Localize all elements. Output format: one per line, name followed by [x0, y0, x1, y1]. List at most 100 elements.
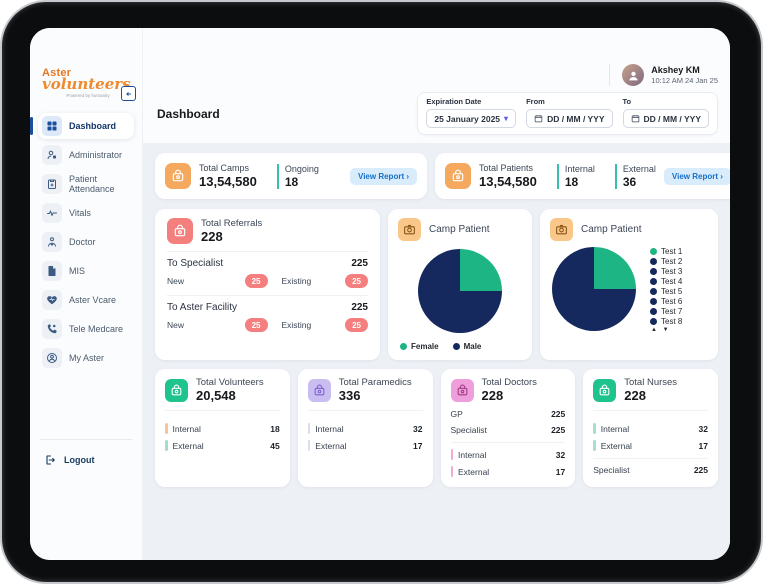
referral-section-aster-facility: To Aster Facility 225 New 25 Existing 25 — [167, 302, 368, 332]
card-value: 228 — [201, 229, 262, 244]
stat-label: Internal — [565, 164, 595, 174]
staff-row: Total Volunteers 20,548 Internal18 Exter… — [155, 369, 718, 487]
stat-bar — [593, 423, 596, 434]
stat-row: Specialist225 — [593, 465, 708, 475]
sidebar-item-vitals[interactable]: Vitals — [38, 200, 134, 226]
avatar — [622, 64, 644, 86]
from-date-input[interactable]: DD / MM / YYY — [526, 109, 612, 128]
camps-bag-icon — [165, 163, 191, 189]
legend-scroll-arrows[interactable]: ▲ ▼ — [650, 327, 682, 333]
test-pie-chart — [552, 247, 636, 331]
logout-button[interactable]: Logout — [38, 454, 134, 466]
view-report-button[interactable]: View Report › — [350, 168, 417, 185]
stat-value: 18 — [285, 175, 319, 189]
section-name: To Specialist — [167, 258, 223, 269]
sidebar-item-label: MIS — [69, 266, 85, 276]
expiration-date-group: Expiration Date 25 January 2025 ▾ — [426, 97, 516, 128]
stat-row: Internal18 — [165, 423, 280, 434]
expiration-date-select[interactable]: 25 January 2025 ▾ — [426, 109, 516, 128]
sidebar-item-label: Administrator — [69, 150, 122, 160]
user-name: Akshey KM — [651, 65, 718, 75]
divider — [167, 295, 368, 296]
stat-bar — [165, 423, 168, 434]
view-report-button[interactable]: View Report › — [664, 168, 730, 185]
stat-bar — [308, 440, 311, 451]
legend-item: Test 6 — [650, 297, 682, 306]
card-title: Total Paramedics — [339, 377, 412, 388]
external-stat: External 36 — [615, 164, 656, 189]
card-title: Total Referrals — [201, 218, 262, 229]
stat-bar — [308, 423, 311, 434]
sidebar-item-my-aster[interactable]: My Aster — [38, 345, 134, 371]
user-datetime: 10:12 AM 24 Jan 25 — [651, 76, 718, 85]
calendar-icon — [631, 114, 640, 123]
sidebar-item-administrator[interactable]: Administrator — [38, 142, 134, 168]
stat-label: External — [623, 164, 656, 174]
card-title: Total Patients — [479, 163, 537, 173]
stat-row: Internal32 — [451, 449, 566, 460]
legend-dot — [650, 298, 657, 305]
stat-row: Specialist225 — [451, 425, 566, 435]
legend-dot — [650, 288, 657, 295]
gender-pie-chart — [418, 249, 502, 333]
legend-dot — [650, 248, 657, 255]
sidebar-item-patient-attendance[interactable]: Patient Attendance — [38, 171, 134, 197]
doctor-icon — [42, 232, 62, 252]
card-title: Total Nurses — [624, 377, 677, 388]
stat-row: External17 — [451, 466, 566, 477]
new-label: New — [167, 276, 245, 286]
legend-dot — [650, 308, 657, 315]
to-date-label: To — [623, 97, 709, 106]
stat-row: External17 — [593, 440, 708, 451]
card-title: Total Doctors — [482, 377, 537, 388]
stat-row: External17 — [308, 440, 423, 451]
divider — [593, 458, 708, 459]
stat-value: 36 — [623, 175, 656, 189]
legend-dot — [650, 258, 657, 265]
app-screen: Aster volunteers Powered by humanity Das… — [30, 28, 730, 560]
filter-bar: Dashboard Expiration Date 25 January 202… — [143, 90, 730, 143]
expiration-date-value: 25 January 2025 — [434, 114, 500, 124]
sidebar-item-label: Doctor — [69, 237, 96, 247]
stat-bar — [451, 466, 454, 477]
legend-item-female: Female — [400, 342, 439, 351]
card-value: 13,54,580 — [199, 174, 257, 189]
legend-item-male: Male — [453, 342, 482, 351]
user-menu[interactable]: Akshey KM 10:12 AM 24 Jan 25 — [609, 64, 718, 86]
camp-patient-gender-chart-card: Camp Patient Female Male — [388, 209, 532, 360]
sidebar-item-mis[interactable]: MIS — [38, 258, 134, 284]
legend-dot — [650, 268, 657, 275]
telephone-icon — [42, 319, 62, 339]
legend-item: Test 5 — [650, 287, 682, 296]
camp-patient-test-chart-card: Camp Patient Test 1 Test 2 Test 3 Test 4 — [540, 209, 718, 360]
sidebar-item-aster-vcare[interactable]: Aster Vcare — [38, 287, 134, 313]
legend-item: Test 2 — [650, 257, 682, 266]
sidebar-item-dashboard[interactable]: Dashboard — [38, 113, 134, 139]
tablet-frame: Aster volunteers Powered by humanity Das… — [0, 0, 763, 584]
card-title: Camp Patient — [429, 224, 490, 235]
existing-label: Existing — [268, 320, 346, 330]
total-patients-card: Total Patients 13,54,580 Internal 18 Ext… — [435, 153, 730, 199]
new-label: New — [167, 320, 245, 330]
sidebar-item-label: Patient Attendance — [69, 174, 130, 194]
patient-attendance-icon — [42, 174, 62, 194]
vitals-pulse-icon — [42, 203, 62, 223]
sidebar-item-doctor[interactable]: Doctor — [38, 229, 134, 255]
stat-bar — [451, 449, 454, 460]
stat-bar — [593, 440, 596, 451]
collapse-sidebar-icon[interactable] — [121, 86, 136, 101]
stat-label: Ongoing — [285, 164, 319, 174]
sidebar-item-tele-medcare[interactable]: Tele Medcare — [38, 316, 134, 342]
pie-legend: Female Male — [398, 342, 522, 351]
card-value: 20,548 — [196, 388, 264, 403]
doctors-bag-icon — [451, 379, 474, 402]
date-filters-panel: Expiration Date 25 January 2025 ▾ From D… — [417, 92, 718, 135]
legend-item: Test 4 — [650, 277, 682, 286]
volunteers-bag-icon — [165, 379, 188, 402]
divider — [165, 410, 280, 411]
legend-dot — [650, 318, 657, 325]
to-date-input[interactable]: DD / MM / YYY — [623, 109, 709, 128]
from-date-group: From DD / MM / YYY — [526, 97, 612, 128]
total-referrals-card: Total Referrals 228 To Specialist 225 — [155, 209, 380, 360]
legend-dot — [400, 343, 407, 350]
